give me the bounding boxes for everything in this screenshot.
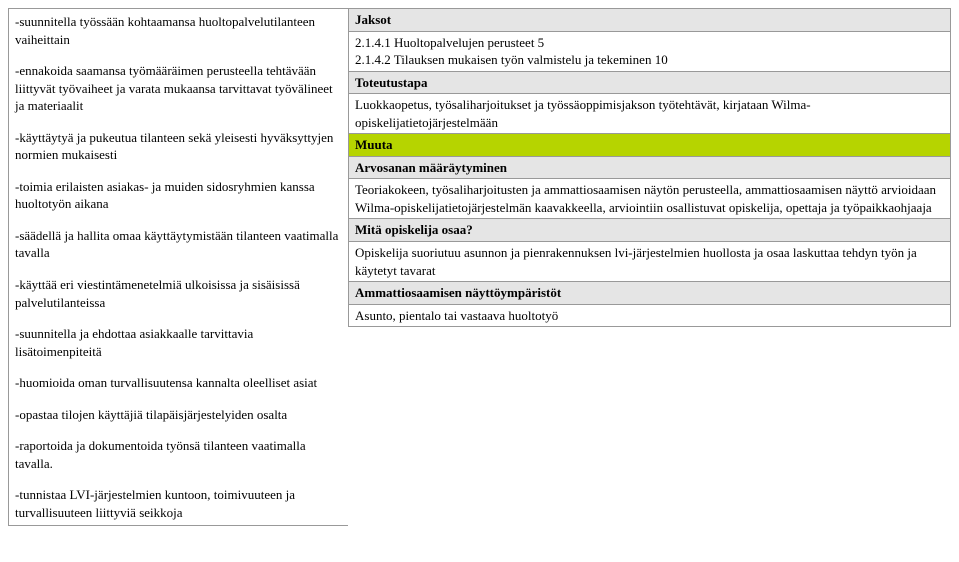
bullet-item: -käyttää eri viestintämenetelmiä ulkoisi… [15,276,342,311]
bullet-item: -raportoida ja dokumentoida työnsä tilan… [15,437,342,472]
section-header-ymparistot: Ammattiosaamisen näyttöympäristöt [349,282,950,305]
bullet-item: -toimia erilaisten asiakas- ja muiden si… [15,178,342,213]
document-layout: -suunnitella työssään kohtaamansa huolto… [8,8,951,526]
bullet-item: -ennakoida saamansa työmääräimen peruste… [15,62,342,115]
bullet-item: -suunnitella työssään kohtaamansa huolto… [15,13,342,48]
bullet-item: -käyttäytyä ja pukeutua tilanteen sekä y… [15,129,342,164]
toteutustapa-content: Luokkaopetus, työsaliharjoitukset ja työ… [349,94,950,134]
section-header-jaksot: Jaksot [349,9,950,32]
ymparistot-content: Asunto, pientalo tai vastaava huoltotyö [349,305,950,327]
left-column: -suunnitella työssään kohtaamansa huolto… [8,8,348,526]
bullet-item: -säädellä ja hallita omaa käyttäytymistä… [15,227,342,262]
right-column: Jaksot 2.1.4.1 Huoltopalvelujen perustee… [348,8,951,327]
bullet-item: -suunnitella ja ehdottaa asiakkaalle tar… [15,325,342,360]
section-header-arvosana: Arvosanan määräytyminen [349,157,950,180]
section-header-muuta: Muuta [349,134,950,157]
jaksot-line-1: 2.1.4.1 Huoltopalvelujen perusteet 5 [355,34,944,52]
bullet-item: -tunnistaa LVI-järjestelmien kuntoon, to… [15,486,342,521]
osaa-content: Opiskelija suoriutuu asunnon ja pienrake… [349,242,950,282]
jaksot-content: 2.1.4.1 Huoltopalvelujen perusteet 5 2.1… [349,32,950,72]
arvosana-content: Teoriakokeen, työsaliharjoitusten ja amm… [349,179,950,219]
jaksot-line-2: 2.1.4.2 Tilauksen mukaisen työn valmiste… [355,51,944,69]
section-header-osaa: Mitä opiskelija osaa? [349,219,950,242]
bullet-item: -opastaa tilojen käyttäjiä tilapäisjärje… [15,406,342,424]
section-header-toteutustapa: Toteutustapa [349,72,950,95]
bullet-item: -huomioida oman turvallisuutensa kannalt… [15,374,342,392]
